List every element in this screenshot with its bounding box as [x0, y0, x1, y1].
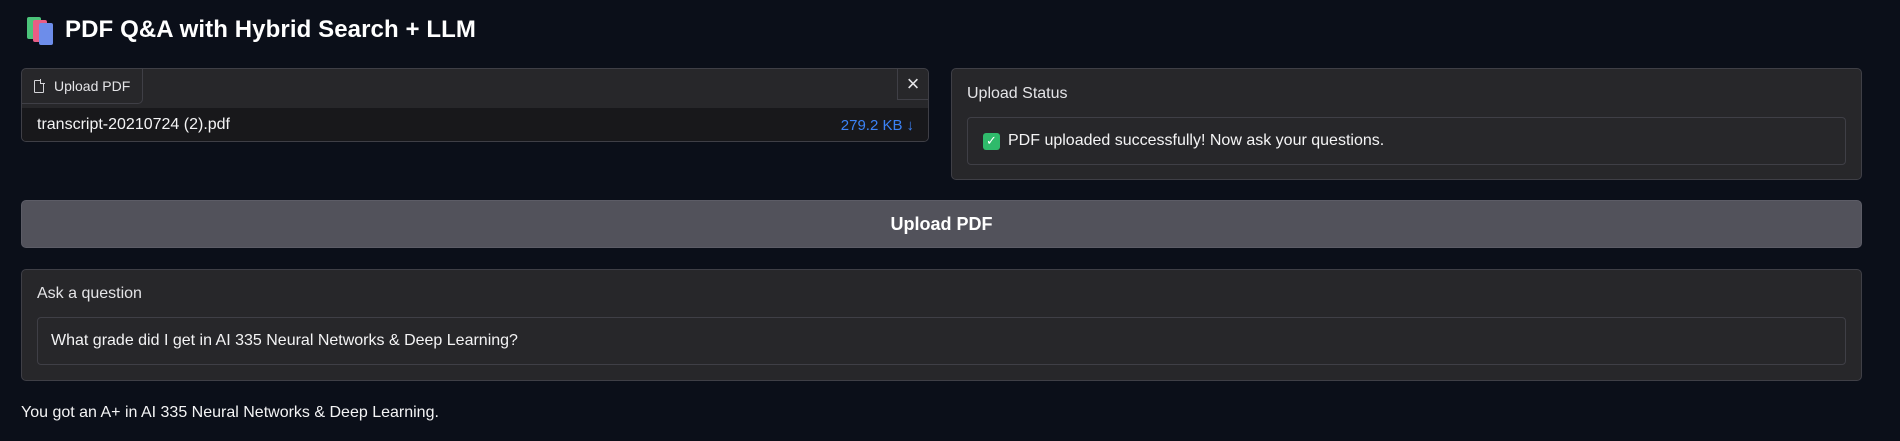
page-title: PDF Q&A with Hybrid Search + LLM: [65, 16, 477, 43]
file-download-link[interactable]: 279.2 KB ↓: [841, 117, 914, 134]
upload-pdf-button[interactable]: Upload PDF: [21, 200, 1862, 248]
clear-file-button[interactable]: ×: [897, 69, 928, 100]
uploaded-file-row: transcript-20210724 (2).pdf 279.2 KB ↓: [22, 108, 928, 141]
pdf-file-upload[interactable]: Upload PDF × transcript-20210724 (2).pdf…: [21, 68, 929, 142]
check-mark-icon: ✓: [983, 132, 1000, 150]
question-panel: Ask a question: [21, 269, 1862, 381]
upload-status-field: ✓ PDF uploaded successfully! Now ask you…: [967, 117, 1846, 165]
question-label: Ask a question: [37, 285, 142, 302]
download-arrow-icon: ↓: [906, 116, 915, 134]
upload-status-label: Upload Status: [967, 85, 1068, 102]
upload-status-message: PDF uploaded successfully! Now ask your …: [1008, 132, 1385, 149]
question-input[interactable]: [37, 317, 1846, 365]
file-size: 279.2 KB: [840, 116, 903, 134]
file-upload-tab-label: Upload PDF: [54, 78, 131, 94]
upload-status-panel: Upload Status ✓ PDF uploaded successfull…: [951, 68, 1862, 180]
page-header: PDF Q&A with Hybrid Search + LLM: [25, 12, 476, 48]
books-icon: [25, 15, 55, 45]
file-name: transcript-20210724 (2).pdf: [37, 116, 230, 133]
file-icon: [34, 79, 45, 93]
answer-text: You got an A+ in AI 335 Neural Networks …: [21, 404, 439, 421]
file-upload-tab: Upload PDF: [22, 69, 144, 104]
